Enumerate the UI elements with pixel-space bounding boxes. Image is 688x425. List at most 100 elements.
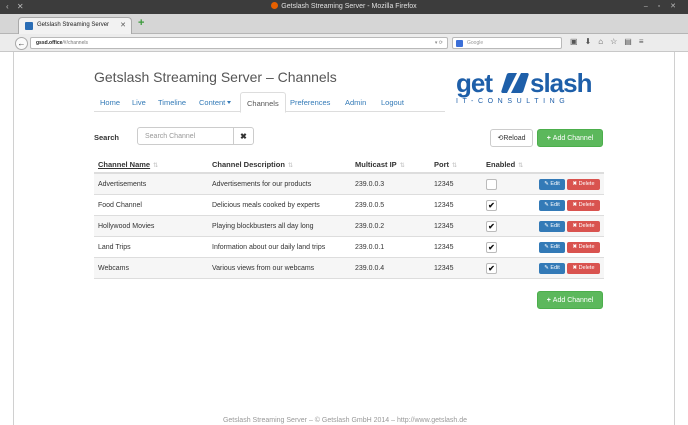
channel-port: 12345 [434, 265, 454, 272]
edit-button-label: Edit [550, 265, 560, 271]
add-channel-label: Add Channel [552, 297, 594, 304]
url-path: /#/channels [62, 40, 88, 46]
channel-port: 12345 [434, 223, 454, 230]
table-row: Advertisements Advertisements for our pr… [94, 174, 604, 195]
nav-logout[interactable]: Logout [381, 98, 404, 107]
window-title-text: Getslash Streaming Server - Mozilla Fire… [281, 3, 417, 10]
delete-button-label: Delete [578, 244, 595, 250]
delete-button[interactable]: ✖ Delete [567, 263, 600, 274]
page-title: Getslash Streaming Server – Channels [94, 69, 337, 85]
header-enabled[interactable]: Enabled ⇅ [486, 160, 523, 169]
channel-port: 12345 [434, 202, 454, 209]
edit-button[interactable]: ✎ Edit [539, 242, 565, 253]
puzzle-icon[interactable]: ▣ [570, 37, 585, 46]
nav-content[interactable]: Content [199, 98, 232, 107]
channel-name: Webcams [98, 265, 129, 272]
add-channel-button-bottom[interactable]: + Add Channel [537, 291, 603, 309]
search-placeholder: Search Channel [145, 133, 196, 140]
menu-icon[interactable]: ≡ [639, 37, 651, 46]
channel-ip: 239.0.0.5 [355, 202, 385, 209]
tab-close-icon[interactable]: ✕ [120, 21, 126, 29]
delete-icon: ✖ [572, 265, 578, 271]
nav-home[interactable]: Home [100, 98, 120, 107]
browser-tab[interactable]: Getslash Streaming Server ✕ [18, 17, 132, 34]
delete-button[interactable]: ✖ Delete [567, 200, 600, 211]
clear-search-icon[interactable]: ✖ [233, 127, 254, 145]
delete-button[interactable]: ✖ Delete [567, 179, 600, 190]
nav-channels[interactable]: Channels [240, 92, 286, 113]
nav-live[interactable]: Live [132, 98, 146, 107]
sort-icon: ⇅ [452, 163, 458, 169]
table-row: Land Trips Information about our daily l… [94, 237, 604, 258]
channel-description: Information about our daily land trips [212, 244, 326, 251]
plus-icon: + [546, 297, 551, 304]
channel-description: Playing blockbusters all day long [212, 223, 314, 230]
header-channel-name[interactable]: Channel Name ⇅ [98, 160, 158, 169]
header-description-label: Channel Description [212, 160, 285, 169]
edit-icon: ✎ [544, 202, 549, 208]
edit-icon: ✎ [544, 244, 549, 250]
page-footer: Getslash Streaming Server – © Getslash G… [222, 417, 468, 424]
edit-button[interactable]: ✎ Edit [539, 221, 565, 232]
channel-ip: 239.0.0.3 [355, 181, 385, 188]
nav-admin[interactable]: Admin [345, 98, 366, 107]
browser-search-bar[interactable]: Google [452, 37, 562, 49]
delete-button[interactable]: ✖ Delete [567, 242, 600, 253]
edit-button[interactable]: ✎ Edit [539, 263, 565, 274]
channel-ip: 239.0.0.4 [355, 265, 385, 272]
enabled-checkbox[interactable]: ✔ [486, 263, 497, 274]
home-icon[interactable]: ⌂ [598, 37, 610, 46]
channel-name: Hollywood Movies [98, 223, 155, 230]
new-tab-icon[interactable]: + [138, 18, 144, 29]
delete-button[interactable]: ✖ Delete [567, 221, 600, 232]
reload-button[interactable]: ⟲Reload [490, 129, 533, 147]
window-title: Getslash Streaming Server - Mozilla Fire… [0, 2, 688, 10]
url-text: gssd.office/#/channels [36, 40, 88, 46]
tab-favicon-icon [25, 22, 33, 30]
bookmark-star-icon[interactable]: ☆ [610, 37, 624, 46]
search-input[interactable]: Search Channel [137, 127, 234, 145]
edit-icon: ✎ [544, 265, 549, 271]
delete-button-label: Delete [578, 202, 595, 208]
header-port[interactable]: Port ⇅ [434, 160, 457, 169]
enabled-checkbox[interactable]: ✔ [486, 200, 497, 211]
browser-navbar: ← gssd.office/#/channels ▾ ⟳ Google ▣⬇⌂☆… [0, 34, 688, 52]
url-reload-icon[interactable]: ▾ ⟳ [435, 40, 443, 46]
edit-button-label: Edit [550, 244, 560, 250]
table-row: Webcams Various views from our webcams 2… [94, 258, 604, 279]
header-channel-description[interactable]: Channel Description ⇅ [212, 160, 293, 169]
url-bar[interactable]: gssd.office/#/channels ▾ ⟳ [30, 37, 448, 49]
nav-content-label: Content [199, 98, 226, 107]
browser-search-placeholder: Google [467, 40, 484, 46]
edit-button[interactable]: ✎ Edit [539, 179, 565, 190]
logo-text-get: get [456, 68, 493, 98]
nav-preferences[interactable]: Preferences [290, 98, 330, 107]
tab-strip: Getslash Streaming Server ✕ + [0, 14, 688, 34]
delete-button-label: Delete [578, 223, 595, 229]
header-port-label: Port [434, 160, 449, 169]
edit-button-label: Edit [550, 202, 560, 208]
add-channel-button[interactable]: + Add Channel [537, 129, 603, 147]
getslash-logo: get slash IT-CONSULTING [456, 68, 606, 110]
sort-icon: ⇅ [287, 163, 293, 169]
table-row: Hollywood Movies Playing blockbusters al… [94, 216, 604, 237]
channel-port: 12345 [434, 244, 454, 251]
header-ip-label: Multicast IP [355, 160, 397, 169]
channel-name: Food Channel [98, 202, 142, 209]
enabled-checkbox[interactable]: ✔ [486, 221, 497, 232]
edit-button[interactable]: ✎ Edit [539, 200, 565, 211]
nav-timeline[interactable]: Timeline [158, 98, 186, 107]
delete-icon: ✖ [572, 202, 578, 208]
window-controls[interactable]: – ▫ ✕ [644, 2, 680, 10]
enabled-checkbox[interactable] [486, 179, 497, 190]
bookmarks-icon[interactable]: ▤ [624, 37, 639, 46]
back-arrow-icon[interactable]: ← [15, 37, 28, 50]
caret-down-icon [227, 101, 232, 104]
channels-table: Channel Name ⇅ Channel Description ⇅ Multi… [94, 153, 604, 279]
reload-button-label: Reload [503, 135, 526, 142]
sort-icon: ⇅ [518, 163, 524, 169]
header-multicast-ip[interactable]: Multicast IP ⇅ [355, 160, 405, 169]
download-icon[interactable]: ⬇ [585, 37, 599, 46]
delete-button-label: Delete [578, 265, 595, 271]
enabled-checkbox[interactable]: ✔ [486, 242, 497, 253]
